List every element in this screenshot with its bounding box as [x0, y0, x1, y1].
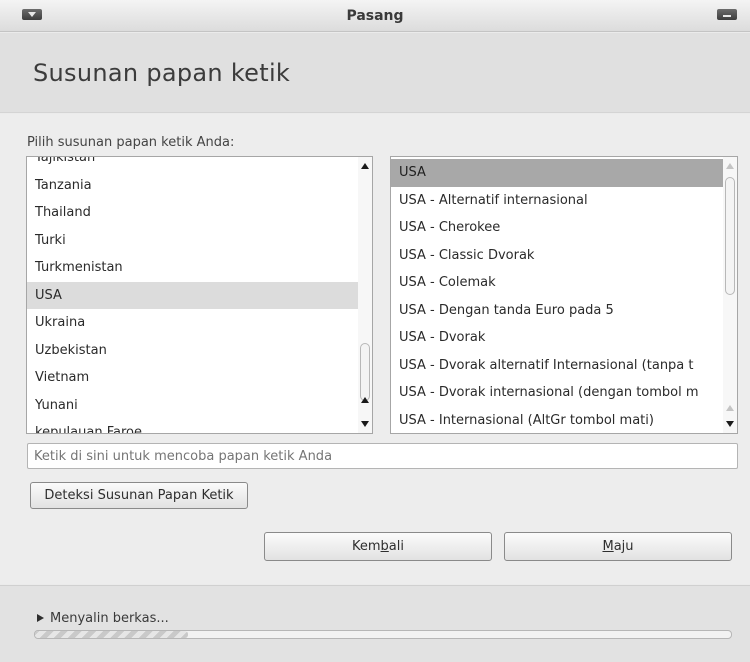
layout-list-items: Tajikistan Tanzania Thailand Turki Turkmenis…	[27, 157, 372, 433]
variant-list-items: USA USA - Alternatif internasional USA - C…	[391, 159, 737, 434]
scroll-up-icon[interactable]	[361, 163, 369, 169]
back-label-post: ali	[388, 539, 404, 554]
layout-list[interactable]: Tajikistan Tanzania Thailand Turki Turkmenis…	[26, 156, 373, 434]
status-text: Menyalin berkas...	[50, 611, 169, 626]
scroll-thumb[interactable]	[360, 343, 370, 401]
window-title: Pasang	[346, 8, 404, 24]
next-label-post: aju	[613, 539, 634, 554]
progress-fill	[35, 631, 189, 638]
back-button[interactable]: Kembali	[264, 532, 492, 561]
list-item[interactable]: Turki	[27, 227, 372, 255]
detect-layout-button[interactable]: Deteksi Susunan Papan Ketik	[30, 482, 248, 509]
scroll-up-icon[interactable]	[361, 397, 369, 403]
list-item[interactable]: USA - Classic Dvorak	[391, 242, 737, 270]
list-item[interactable]: Vietnam	[27, 364, 372, 392]
window-minimize-icon[interactable]	[717, 9, 737, 20]
expander-arrow-icon	[37, 614, 44, 622]
scroll-down-icon[interactable]	[361, 421, 369, 427]
layout-list-scrollbar[interactable]	[358, 157, 372, 433]
title-bar: Pasang	[0, 0, 750, 32]
list-item[interactable]: USA	[391, 159, 737, 187]
progress-expander[interactable]: Menyalin berkas...	[37, 611, 169, 626]
next-label-mnemonic: M	[602, 539, 614, 554]
list-item[interactable]: kepulauan Faroe	[27, 419, 372, 433]
list-item[interactable]: USA - Dengan tanda Euro pada 5	[391, 297, 737, 325]
scroll-up-icon[interactable]	[726, 405, 734, 411]
layout-prompt-label: Pilih susunan papan ketik Anda:	[27, 135, 235, 150]
variant-list[interactable]: USA USA - Alternatif internasional USA - C…	[390, 156, 738, 434]
list-item[interactable]: USA - Internasional (AltGr tombol mati)	[391, 407, 737, 434]
list-item[interactable]: USA - Cherokee	[391, 214, 737, 242]
list-item[interactable]: Thailand	[27, 199, 372, 227]
next-button[interactable]: Maju	[504, 532, 732, 561]
scroll-up-icon[interactable]	[726, 163, 734, 169]
list-item[interactable]: Tanzania	[27, 172, 372, 200]
page-title: Susunan papan ketik	[33, 59, 291, 87]
scroll-down-icon[interactable]	[726, 421, 734, 427]
list-item[interactable]: USA	[27, 281, 372, 309]
back-label-mnemonic: b	[380, 539, 389, 554]
list-item[interactable]: Uzbekistan	[27, 337, 372, 365]
list-item[interactable]: Ukraina	[27, 309, 372, 337]
scroll-thumb[interactable]	[725, 177, 735, 295]
keyboard-test-input[interactable]	[27, 443, 738, 469]
install-progress-bar	[34, 630, 732, 639]
list-item[interactable]: Turkmenistan	[27, 254, 372, 282]
list-item[interactable]: USA - Dvorak internasional (dengan tombo…	[391, 379, 737, 407]
list-item[interactable]: Tajikistan	[27, 157, 372, 172]
list-item[interactable]: USA - Dvorak	[391, 324, 737, 352]
variant-list-scrollbar[interactable]	[723, 157, 737, 433]
list-item[interactable]: USA - Colemak	[391, 269, 737, 297]
back-label-pre: Kem	[351, 539, 381, 554]
list-item[interactable]: USA - Dvorak alternatif Internasional (t…	[391, 352, 737, 380]
list-item[interactable]: USA - Alternatif internasional	[391, 187, 737, 215]
list-item[interactable]: Yunani	[27, 392, 372, 420]
